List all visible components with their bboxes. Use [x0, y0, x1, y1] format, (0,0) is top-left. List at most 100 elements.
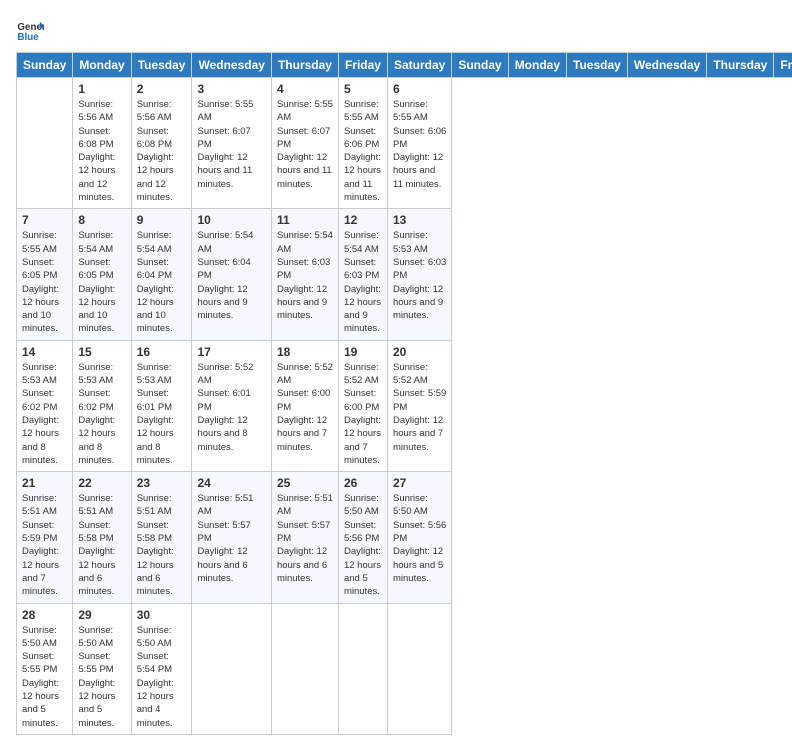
day-number: 10	[197, 213, 265, 227]
day-number: 25	[277, 476, 333, 490]
day-number: 3	[197, 82, 265, 96]
day-number: 30	[137, 608, 187, 622]
calendar-cell: 13 Sunrise: 5:53 AMSunset: 6:03 PMDaylig…	[387, 209, 451, 340]
calendar-cell: 10 Sunrise: 5:54 AMSunset: 6:04 PMDaylig…	[192, 209, 271, 340]
day-info: Sunrise: 5:55 AMSunset: 6:07 PMDaylight:…	[197, 98, 265, 191]
day-number: 29	[78, 608, 125, 622]
calendar-cell	[338, 603, 387, 734]
calendar-cell	[192, 603, 271, 734]
week-row-1: 1 Sunrise: 5:56 AMSunset: 6:08 PMDayligh…	[17, 78, 792, 209]
day-info: Sunrise: 5:54 AMSunset: 6:05 PMDaylight:…	[78, 229, 125, 335]
calendar-cell: 15 Sunrise: 5:53 AMSunset: 6:02 PMDaylig…	[73, 340, 131, 471]
day-info: Sunrise: 5:56 AMSunset: 6:08 PMDaylight:…	[78, 98, 125, 204]
calendar-cell: 19 Sunrise: 5:52 AMSunset: 6:00 PMDaylig…	[338, 340, 387, 471]
day-number: 12	[344, 213, 382, 227]
column-header-sunday: Sunday	[452, 53, 508, 78]
day-info: Sunrise: 5:51 AMSunset: 5:57 PMDaylight:…	[277, 492, 333, 585]
column-header-tuesday: Tuesday	[567, 53, 628, 78]
calendar-cell: 22 Sunrise: 5:51 AMSunset: 5:58 PMDaylig…	[73, 472, 131, 603]
day-info: Sunrise: 5:55 AMSunset: 6:07 PMDaylight:…	[277, 98, 333, 191]
day-info: Sunrise: 5:52 AMSunset: 6:00 PMDaylight:…	[344, 361, 382, 467]
calendar-cell: 8 Sunrise: 5:54 AMSunset: 6:05 PMDayligh…	[73, 209, 131, 340]
calendar-cell: 20 Sunrise: 5:52 AMSunset: 5:59 PMDaylig…	[387, 340, 451, 471]
calendar-cell: 26 Sunrise: 5:50 AMSunset: 5:56 PMDaylig…	[338, 472, 387, 603]
day-number: 23	[137, 476, 187, 490]
day-info: Sunrise: 5:51 AMSunset: 5:57 PMDaylight:…	[197, 492, 265, 585]
calendar-cell: 14 Sunrise: 5:53 AMSunset: 6:02 PMDaylig…	[17, 340, 73, 471]
week-row-5: 28 Sunrise: 5:50 AMSunset: 5:55 PMDaylig…	[17, 603, 792, 734]
column-header-thursday: Thursday	[707, 53, 774, 78]
day-number: 16	[137, 345, 187, 359]
week-row-3: 14 Sunrise: 5:53 AMSunset: 6:02 PMDaylig…	[17, 340, 792, 471]
calendar-cell: 18 Sunrise: 5:52 AMSunset: 6:00 PMDaylig…	[271, 340, 338, 471]
day-number: 5	[344, 82, 382, 96]
day-info: Sunrise: 5:50 AMSunset: 5:56 PMDaylight:…	[344, 492, 382, 598]
day-info: Sunrise: 5:55 AMSunset: 6:06 PMDaylight:…	[393, 98, 446, 191]
day-info: Sunrise: 5:50 AMSunset: 5:55 PMDaylight:…	[78, 624, 125, 730]
column-header-monday: Monday	[73, 53, 131, 78]
calendar-cell: 21 Sunrise: 5:51 AMSunset: 5:59 PMDaylig…	[17, 472, 73, 603]
day-info: Sunrise: 5:53 AMSunset: 6:03 PMDaylight:…	[393, 229, 446, 322]
day-info: Sunrise: 5:50 AMSunset: 5:54 PMDaylight:…	[137, 624, 187, 730]
day-info: Sunrise: 5:54 AMSunset: 6:04 PMDaylight:…	[137, 229, 187, 335]
calendar-cell: 27 Sunrise: 5:50 AMSunset: 5:56 PMDaylig…	[387, 472, 451, 603]
logo: General Blue	[16, 16, 48, 44]
day-info: Sunrise: 5:54 AMSunset: 6:04 PMDaylight:…	[197, 229, 265, 322]
day-number: 15	[78, 345, 125, 359]
column-header-thursday: Thursday	[271, 53, 338, 78]
calendar-cell: 7 Sunrise: 5:55 AMSunset: 6:05 PMDayligh…	[17, 209, 73, 340]
day-info: Sunrise: 5:50 AMSunset: 5:56 PMDaylight:…	[393, 492, 446, 585]
calendar-cell: 1 Sunrise: 5:56 AMSunset: 6:08 PMDayligh…	[73, 78, 131, 209]
calendar-cell	[17, 78, 73, 209]
day-number: 18	[277, 345, 333, 359]
day-number: 24	[197, 476, 265, 490]
column-header-wednesday: Wednesday	[192, 53, 271, 78]
day-number: 27	[393, 476, 446, 490]
svg-text:Blue: Blue	[17, 32, 39, 43]
day-number: 20	[393, 345, 446, 359]
day-info: Sunrise: 5:52 AMSunset: 6:00 PMDaylight:…	[277, 361, 333, 454]
calendar-cell: 23 Sunrise: 5:51 AMSunset: 5:58 PMDaylig…	[131, 472, 192, 603]
day-number: 17	[197, 345, 265, 359]
calendar-cell	[387, 603, 451, 734]
day-info: Sunrise: 5:52 AMSunset: 5:59 PMDaylight:…	[393, 361, 446, 454]
header: General Blue	[16, 16, 776, 44]
week-row-4: 21 Sunrise: 5:51 AMSunset: 5:59 PMDaylig…	[17, 472, 792, 603]
calendar-cell: 9 Sunrise: 5:54 AMSunset: 6:04 PMDayligh…	[131, 209, 192, 340]
day-number: 22	[78, 476, 125, 490]
day-info: Sunrise: 5:53 AMSunset: 6:02 PMDaylight:…	[78, 361, 125, 467]
week-row-2: 7 Sunrise: 5:55 AMSunset: 6:05 PMDayligh…	[17, 209, 792, 340]
calendar-cell: 28 Sunrise: 5:50 AMSunset: 5:55 PMDaylig…	[17, 603, 73, 734]
calendar-table: SundayMondayTuesdayWednesdayThursdayFrid…	[16, 52, 792, 735]
day-info: Sunrise: 5:54 AMSunset: 6:03 PMDaylight:…	[344, 229, 382, 335]
day-number: 6	[393, 82, 446, 96]
day-info: Sunrise: 5:54 AMSunset: 6:03 PMDaylight:…	[277, 229, 333, 322]
day-number: 8	[78, 213, 125, 227]
day-number: 19	[344, 345, 382, 359]
day-number: 7	[22, 213, 67, 227]
column-header-sunday: Sunday	[17, 53, 73, 78]
column-header-wednesday: Wednesday	[627, 53, 706, 78]
day-info: Sunrise: 5:53 AMSunset: 6:01 PMDaylight:…	[137, 361, 187, 467]
calendar-cell: 30 Sunrise: 5:50 AMSunset: 5:54 PMDaylig…	[131, 603, 192, 734]
day-info: Sunrise: 5:52 AMSunset: 6:01 PMDaylight:…	[197, 361, 265, 454]
calendar-cell: 16 Sunrise: 5:53 AMSunset: 6:01 PMDaylig…	[131, 340, 192, 471]
calendar-cell: 24 Sunrise: 5:51 AMSunset: 5:57 PMDaylig…	[192, 472, 271, 603]
day-info: Sunrise: 5:55 AMSunset: 6:05 PMDaylight:…	[22, 229, 67, 335]
column-header-saturday: Saturday	[387, 53, 451, 78]
day-number: 21	[22, 476, 67, 490]
calendar-cell: 17 Sunrise: 5:52 AMSunset: 6:01 PMDaylig…	[192, 340, 271, 471]
day-number: 2	[137, 82, 187, 96]
calendar-cell: 2 Sunrise: 5:56 AMSunset: 6:08 PMDayligh…	[131, 78, 192, 209]
calendar-cell: 6 Sunrise: 5:55 AMSunset: 6:06 PMDayligh…	[387, 78, 451, 209]
column-header-friday: Friday	[774, 53, 792, 78]
calendar-cell: 25 Sunrise: 5:51 AMSunset: 5:57 PMDaylig…	[271, 472, 338, 603]
day-number: 26	[344, 476, 382, 490]
calendar-cell: 4 Sunrise: 5:55 AMSunset: 6:07 PMDayligh…	[271, 78, 338, 209]
day-number: 4	[277, 82, 333, 96]
day-info: Sunrise: 5:51 AMSunset: 5:58 PMDaylight:…	[78, 492, 125, 598]
calendar-cell: 12 Sunrise: 5:54 AMSunset: 6:03 PMDaylig…	[338, 209, 387, 340]
calendar-cell: 29 Sunrise: 5:50 AMSunset: 5:55 PMDaylig…	[73, 603, 131, 734]
day-info: Sunrise: 5:50 AMSunset: 5:55 PMDaylight:…	[22, 624, 67, 730]
day-number: 1	[78, 82, 125, 96]
